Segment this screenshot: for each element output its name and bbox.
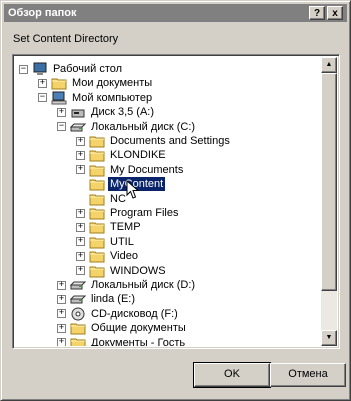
folder-icon <box>89 148 105 162</box>
help-button[interactable]: ? <box>309 6 325 20</box>
tree-item-label: KLONDIKE <box>110 149 166 162</box>
collapse-toggle[interactable]: − <box>19 64 28 74</box>
tree-item-label: Документы - Гость <box>91 336 186 346</box>
expand-toggle[interactable]: + <box>57 280 66 290</box>
expand-toggle[interactable]: + <box>76 136 85 146</box>
scroll-down-button[interactable]: ▼ <box>321 330 337 346</box>
tree-item-label: TEMP <box>110 221 141 234</box>
folder-icon <box>89 192 105 206</box>
expand-toggle[interactable]: + <box>57 107 66 117</box>
floppy-icon <box>70 105 86 119</box>
mouse-cursor-icon <box>126 180 140 199</box>
expand-toggle[interactable]: + <box>57 338 66 346</box>
expand-toggle[interactable]: + <box>76 251 85 261</box>
expand-toggle[interactable]: + <box>76 266 85 276</box>
tree-item-label: Локальный диск (D:) <box>91 279 196 291</box>
tree-item-label: Мои документы <box>72 77 153 90</box>
folder-icon <box>89 235 105 249</box>
drive-icon <box>69 120 87 134</box>
collapse-toggle[interactable]: − <box>38 93 47 103</box>
computer-icon <box>51 91 67 105</box>
drive-icon <box>69 278 87 292</box>
tree-item-label: Мой компьютер <box>72 91 153 104</box>
expand-toggle <box>76 179 85 189</box>
folder-tree-view[interactable]: − Рабочий стол + Мои документы − Мой компьюте… <box>12 54 340 349</box>
folder-tree[interactable]: − Рабочий стол + Мои документы − Мой компьюте… <box>15 57 323 346</box>
expand-toggle[interactable]: + <box>76 222 85 232</box>
expand-toggle <box>76 194 85 204</box>
tree-item-label: My Documents <box>110 163 184 176</box>
expand-toggle[interactable]: + <box>57 309 66 319</box>
scroll-thumb[interactable] <box>321 73 337 291</box>
folder-icon <box>89 163 105 177</box>
tree-item-label: Video <box>110 250 138 263</box>
cd-icon <box>70 307 86 321</box>
folder-icon <box>89 134 105 148</box>
dialog-title: Обзор папок <box>8 7 77 19</box>
drive-icon <box>69 292 87 306</box>
tree-item-label: NC <box>110 192 126 205</box>
folder-icon <box>89 264 105 278</box>
tree-item-label: Локальный диск (C:) <box>91 120 196 133</box>
browse-folder-dialog: Обзор папок ? x Set Content Directory − Р… <box>0 0 351 401</box>
scroll-up-button[interactable]: ▲ <box>321 57 337 73</box>
tree-item-label: Documents and Settings <box>110 135 230 147</box>
folder-icon <box>89 249 105 263</box>
tree-item-label: Диск 3,5 (A:) <box>91 106 155 119</box>
tree-item-label: Общие документы <box>91 322 186 335</box>
expand-toggle[interactable]: + <box>76 150 85 160</box>
tree-item-label: Рабочий стол <box>53 63 123 75</box>
cancel-button[interactable]: Отмена <box>270 363 346 387</box>
tree-item[interactable]: + Документы - Гость <box>57 335 187 346</box>
expand-toggle[interactable]: + <box>76 237 85 247</box>
expand-toggle[interactable]: + <box>38 78 47 88</box>
expand-toggle[interactable]: + <box>57 323 66 333</box>
tree-item-label: WINDOWS <box>110 264 166 277</box>
close-button[interactable]: x <box>327 6 343 20</box>
tree-item-label: Program Files <box>110 207 179 219</box>
tree-item-label: CD-дисковод (F:) <box>91 307 178 320</box>
expand-toggle[interactable]: + <box>76 208 85 218</box>
tree-item-label: linda (E:) <box>91 293 136 306</box>
collapse-toggle[interactable]: − <box>57 122 66 132</box>
folder-icon <box>70 321 86 335</box>
title-bar[interactable]: Обзор папок ? x <box>4 4 347 22</box>
folder-icon <box>89 206 105 220</box>
tree-item-label: UTIL <box>110 235 134 248</box>
instruction-text: Set Content Directory <box>13 33 119 45</box>
folder-icon <box>51 76 67 90</box>
folder-icon <box>70 336 86 346</box>
ok-button[interactable]: OK <box>193 362 271 388</box>
folder-icon <box>89 220 105 234</box>
expand-toggle[interactable]: + <box>57 294 66 304</box>
desktop-icon <box>32 62 48 76</box>
folder-icon <box>89 177 105 191</box>
expand-toggle[interactable]: + <box>76 165 85 175</box>
vertical-scrollbar[interactable]: ▲ ▼ <box>321 57 337 346</box>
